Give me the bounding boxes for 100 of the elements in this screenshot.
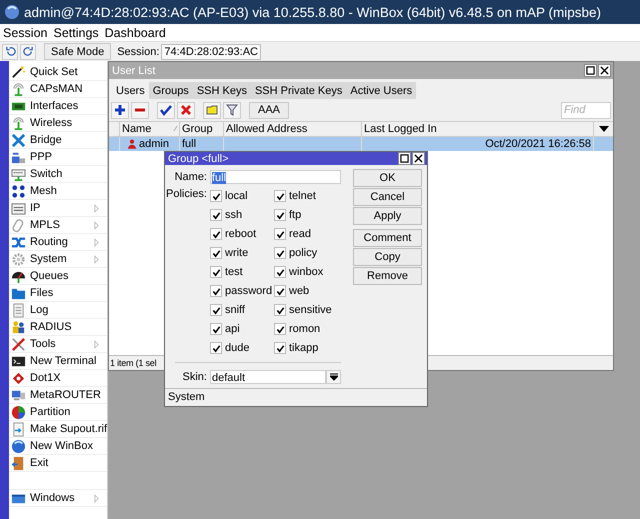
tab[interactable]: Active Users [346, 82, 416, 99]
redo-button[interactable] [20, 44, 36, 60]
checkbox-label: password [225, 285, 272, 297]
checkbox[interactable] [274, 190, 286, 202]
safe-mode-button[interactable]: Safe Mode [44, 43, 112, 60]
checkbox[interactable] [274, 247, 286, 259]
undo-button[interactable] [2, 44, 18, 60]
checkbox-label: telnet [289, 190, 316, 202]
checkbox[interactable] [274, 304, 286, 316]
sidebar-item[interactable]: Mesh [9, 183, 107, 200]
tab[interactable]: Groups [148, 82, 193, 99]
close-button[interactable] [412, 152, 425, 165]
sidebar-item[interactable]: Windows [9, 490, 107, 507]
sidebar-item[interactable]: New WinBox [9, 438, 107, 455]
sidebar-item[interactable]: Files [9, 285, 107, 302]
checkbox[interactable] [274, 228, 286, 240]
checkbox[interactable] [210, 247, 222, 259]
dialog-button[interactable]: OK [353, 169, 422, 187]
switch-icon [11, 166, 26, 182]
sidebar-item[interactable]: Routing [9, 234, 107, 251]
dialog-button[interactable]: Cancel [353, 188, 422, 206]
checkbox[interactable] [210, 285, 222, 297]
session-field[interactable]: 74:4D:28:02:93:AC [161, 44, 261, 60]
menu-item[interactable]: Settings [53, 26, 99, 40]
cross-icon [180, 104, 192, 116]
sidebar-item[interactable]: Quick Set [9, 64, 107, 81]
sidebar-item[interactable]: RADIUS [9, 319, 107, 336]
maximize-button[interactable] [398, 152, 411, 165]
maximize-button[interactable] [584, 64, 597, 77]
sidebar-item[interactable]: IP [9, 200, 107, 217]
tab[interactable]: SSH Private Keys [250, 82, 346, 99]
name-label: Name: [174, 171, 208, 183]
name-field[interactable]: full [210, 170, 341, 184]
window-title: User List [112, 64, 156, 76]
comment-button[interactable] [203, 102, 221, 118]
checkbox[interactable] [210, 304, 222, 316]
sidebar-item[interactable]: Wireless [9, 115, 107, 132]
sort-icon [173, 125, 178, 132]
skin-dropdown[interactable]: default [210, 370, 326, 384]
checkbox[interactable] [274, 266, 286, 278]
menu-item[interactable]: Dashboard [104, 26, 166, 40]
filter-button[interactable] [223, 102, 241, 118]
checkbox-label: sensitive [289, 304, 332, 316]
remove-button[interactable] [131, 102, 149, 118]
sidebar-item[interactable]: PPP [9, 149, 107, 166]
sidebar-item[interactable]: MPLS [9, 217, 107, 234]
checkbox[interactable] [210, 323, 222, 335]
dialog-button[interactable]: Comment [353, 229, 422, 247]
dropdown-button[interactable] [326, 370, 341, 384]
checkbox-label: test [225, 266, 243, 278]
check-icon [160, 104, 172, 116]
column-header[interactable]: Name [120, 122, 180, 136]
disable-button[interactable] [177, 102, 195, 118]
column-menu-icon[interactable] [599, 126, 609, 132]
tab[interactable]: SSH Keys [192, 82, 251, 99]
sidebar-item[interactable]: Bridge [9, 132, 107, 149]
checkbox[interactable] [210, 228, 222, 240]
sidebar-item[interactable]: CAPsMAN [9, 81, 107, 98]
dots-icon [11, 184, 26, 198]
sidebar-item[interactable]: Log [9, 302, 107, 319]
checkbox[interactable] [210, 209, 222, 221]
checkbox-label: dude [225, 342, 250, 354]
dialog-button[interactable]: Apply [353, 207, 422, 225]
find-field[interactable]: Find [561, 102, 611, 118]
sidebar-item[interactable]: Queues [9, 268, 107, 285]
dialog-button[interactable]: Remove [353, 267, 422, 285]
crossed-tools-icon [11, 336, 26, 352]
dialog-button[interactable]: Copy [353, 248, 422, 266]
sidebar-item[interactable]: Partition [9, 404, 107, 421]
checkbox[interactable] [210, 190, 222, 202]
globe-icon [4, 4, 20, 20]
checkbox[interactable] [210, 342, 222, 354]
checkbox[interactable] [274, 285, 286, 297]
column-header[interactable]: Allowed Address [224, 122, 362, 136]
sidebar-item[interactable]: MetaROUTER [9, 387, 107, 404]
sidebar-item[interactable]: Interfaces [9, 98, 107, 115]
redo-icon [22, 46, 34, 57]
column-header[interactable]: Group [180, 122, 224, 136]
sidebar-item[interactable]: Switch [9, 166, 107, 183]
close-button[interactable] [598, 64, 611, 77]
sidebar-item[interactable]: Make Supout.rif [9, 421, 107, 438]
checkbox[interactable] [274, 342, 286, 354]
wand-icon [11, 64, 26, 80]
checkbox[interactable] [274, 323, 286, 335]
column-header[interactable]: Last Logged In [362, 122, 594, 136]
aaa-button[interactable]: AAA [249, 102, 290, 118]
sidebar-item[interactable]: System [9, 251, 107, 268]
sidebar-item[interactable]: Exit [9, 455, 107, 472]
checkbox[interactable] [210, 266, 222, 278]
table-row[interactable]: admin full Oct/20/2021 16:26:58 [109, 137, 613, 151]
menu-item[interactable]: Session [3, 26, 48, 40]
add-button[interactable] [111, 102, 129, 118]
dialog-title: Group <full> [168, 152, 230, 164]
enable-button[interactable] [157, 102, 175, 118]
sidebar-item[interactable]: New Terminal [9, 353, 107, 370]
checkbox-label: web [289, 285, 310, 297]
checkbox[interactable] [274, 209, 286, 221]
skin-label: Skin: [182, 371, 208, 383]
sidebar-item[interactable]: Dot1X [9, 370, 107, 387]
sidebar-item[interactable]: Tools [9, 336, 107, 353]
